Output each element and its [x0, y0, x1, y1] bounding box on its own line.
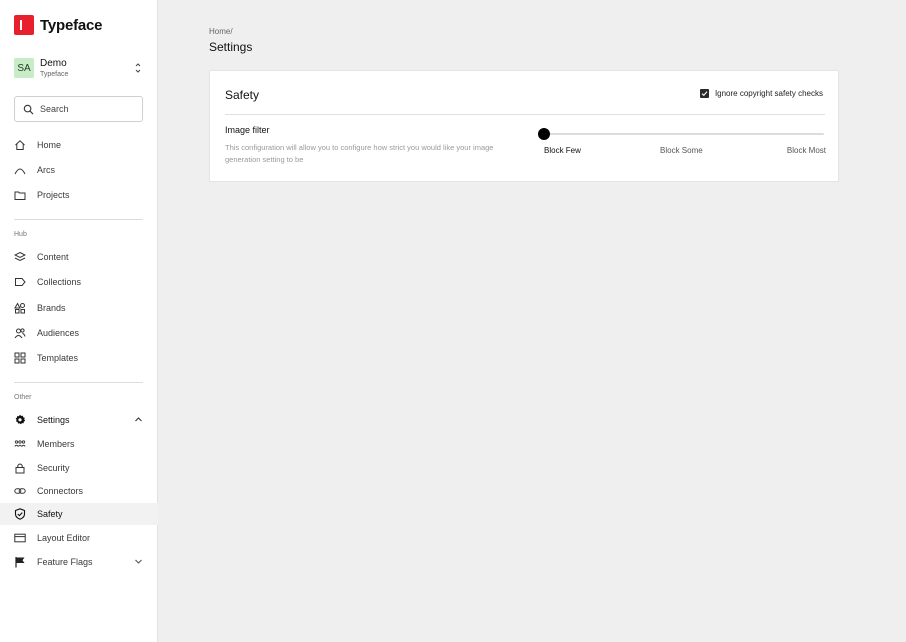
slider-label-block-some[interactable]: Block Some: [660, 146, 703, 155]
search-icon: [23, 104, 34, 114]
sidebar-item-security[interactable]: Security: [0, 457, 158, 479]
sidebar-item-home[interactable]: Home: [0, 134, 158, 156]
layout-icon: [14, 532, 26, 544]
divider: [225, 114, 825, 115]
shield-icon: [14, 508, 26, 520]
shapes-icon: [14, 302, 26, 314]
workspace-switcher[interactable]: SA Demo Typeface: [14, 57, 144, 79]
sidebar-item-label: Arcs: [37, 165, 55, 175]
sidebar-item-members[interactable]: Members: [0, 433, 158, 455]
sidebar: Typeface SA Demo Typeface Search Home Ar…: [0, 0, 158, 642]
arc-icon: [14, 164, 26, 176]
sidebar-item-audiences[interactable]: Audiences: [0, 322, 158, 344]
safety-card: Safety Ignore copyright safety checks Im…: [209, 70, 839, 182]
image-filter-slider[interactable]: [538, 127, 826, 141]
page-title: Settings: [209, 40, 253, 54]
sidebar-item-label: Safety: [37, 509, 63, 519]
checkbox-checked[interactable]: [699, 89, 709, 98]
main-content: Home/ Settings Safety Ignore copyright s…: [158, 0, 906, 642]
sidebar-item-safety[interactable]: Safety: [0, 503, 158, 525]
brand-name: Typeface: [40, 16, 103, 34]
gear-icon: [14, 414, 26, 426]
sidebar-item-brands[interactable]: Brands: [0, 297, 158, 319]
grid-icon: [14, 352, 26, 364]
sidebar-item-label: Projects: [37, 190, 70, 200]
image-filter-title: Image filter: [225, 125, 270, 135]
slider-track[interactable]: [544, 133, 824, 135]
search-input[interactable]: Search: [14, 96, 143, 122]
sidebar-item-label: Security: [37, 463, 70, 473]
slider-label-block-most[interactable]: Block Most: [787, 146, 826, 155]
sidebar-item-templates[interactable]: Templates: [0, 347, 158, 369]
avatar: SA: [14, 58, 34, 78]
sidebar-item-label: Connectors: [37, 486, 84, 496]
sidebar-item-label: Settings: [37, 415, 70, 425]
people-icon: [14, 327, 26, 339]
lock-icon: [14, 462, 26, 474]
breadcrumb[interactable]: Home/: [209, 27, 233, 36]
slider-label-block-few[interactable]: Block Few: [544, 146, 581, 155]
layers-icon: [14, 251, 26, 263]
search-placeholder: Search: [40, 104, 69, 114]
slider-thumb[interactable]: [538, 128, 550, 140]
sidebar-item-layout-editor[interactable]: Layout Editor: [0, 527, 158, 549]
home-icon: [14, 139, 26, 151]
checkmark-icon: [701, 91, 708, 97]
typeface-logo-icon: [14, 15, 34, 35]
sidebar-item-label: Home: [37, 140, 62, 150]
sidebar-item-feature-flags[interactable]: Feature Flags: [0, 551, 158, 573]
sidebar-item-label: Content: [37, 252, 69, 262]
slider-labels: Block Few Block Some Block Most: [544, 146, 826, 158]
chevron-down-icon[interactable]: [134, 557, 143, 566]
checkbox-label: Ignore copyright safety checks: [714, 89, 823, 98]
ignore-copyright-checkbox[interactable]: Ignore copyright safety checks: [699, 89, 823, 98]
sidebar-item-label: Feature Flags: [37, 557, 93, 567]
sidebar-item-content[interactable]: Content: [0, 246, 158, 268]
sidebar-item-collections[interactable]: Collections: [0, 271, 158, 293]
sidebar-item-settings[interactable]: Settings: [0, 409, 158, 431]
sidebar-item-label: Audiences: [37, 328, 80, 338]
brand[interactable]: Typeface: [14, 15, 103, 35]
sidebar-item-arcs[interactable]: Arcs: [0, 159, 158, 181]
tag-icon: [14, 276, 26, 288]
sidebar-item-label: Layout Editor: [37, 533, 91, 543]
workspace-name: Demo: [40, 57, 67, 69]
divider: [14, 219, 143, 220]
section-label-other: Other: [14, 394, 32, 401]
sidebar-item-connectors[interactable]: Connectors: [0, 480, 158, 502]
card-title: Safety: [225, 88, 260, 102]
image-filter-description: This configuration will allow you to con…: [225, 143, 494, 164]
sidebar-item-projects[interactable]: Projects: [0, 184, 158, 206]
sidebar-item-label: Templates: [37, 353, 79, 363]
chevron-up-icon[interactable]: [134, 415, 143, 424]
sidebar-item-label: Members: [37, 439, 75, 449]
chevron-up-down-icon: [135, 63, 141, 73]
members-icon: [14, 438, 26, 450]
section-label-hub: Hub: [14, 231, 27, 238]
folder-icon: [14, 189, 26, 201]
flag-icon: [14, 556, 26, 568]
link-icon: [14, 485, 26, 497]
workspace-org: Typeface: [40, 70, 69, 78]
sidebar-item-label: Collections: [37, 277, 82, 287]
sidebar-item-label: Brands: [37, 303, 66, 313]
divider: [14, 382, 143, 383]
